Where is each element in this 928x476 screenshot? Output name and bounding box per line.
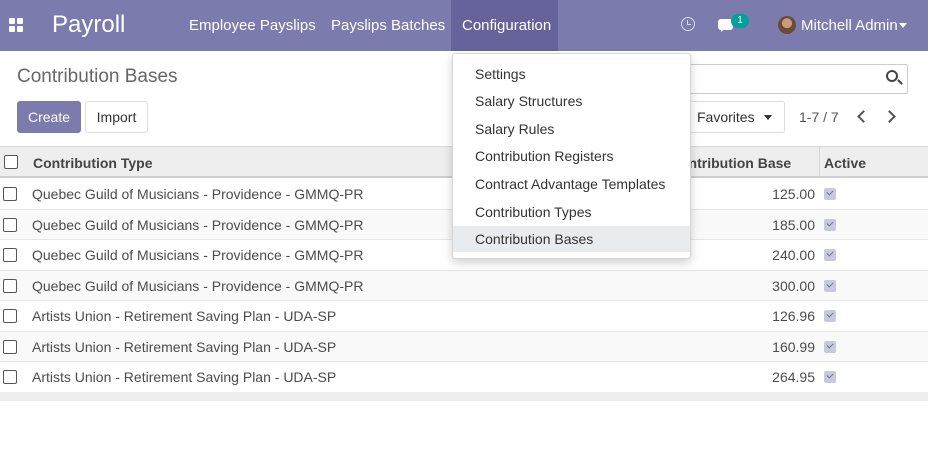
top-navbar: Payroll Employee Payslips Payslips Batch… [0, 0, 928, 51]
menu-item-contribution-bases[interactable]: Contribution Bases [453, 226, 690, 252]
menu-item-settings[interactable]: Settings [453, 61, 690, 87]
active-checkbox [824, 188, 836, 200]
favorites-caret-icon[interactable] [764, 115, 772, 120]
row-checkbox[interactable] [3, 187, 17, 201]
row-checkbox[interactable] [3, 309, 17, 323]
select-all-checkbox[interactable] [4, 155, 18, 169]
user-menu[interactable]: Mitchell Admin [801, 17, 898, 34]
avatar[interactable] [778, 16, 796, 34]
cell-contribution-base: 264.95 [772, 369, 815, 385]
table-row[interactable]: Artists Union - Retirement Saving Plan -… [0, 301, 928, 332]
menu-payslips-batches[interactable]: Payslips Batches [331, 17, 445, 34]
cell-contribution-base: 185.00 [772, 216, 815, 233]
cell-contribution-type: Artists Union - Retirement Saving Plan -… [32, 369, 337, 385]
active-checkbox [824, 340, 836, 353]
cell-contribution-base: 240.00 [772, 247, 815, 263]
menu-item-contribution-types[interactable]: Contribution Types [453, 199, 690, 225]
cell-contribution-type: Artists Union - Retirement Saving Plan -… [32, 308, 337, 324]
row-checkbox[interactable] [3, 339, 17, 354]
pager-value[interactable]: 1-7 / 7 [799, 109, 839, 125]
menu-employee-payslips[interactable]: Employee Payslips [189, 17, 316, 34]
cell-contribution-type: Quebec Guild of Musicians - Providence -… [32, 216, 364, 233]
active-checkbox [824, 310, 836, 322]
apps-grid-icon[interactable] [9, 18, 23, 32]
cell-contribution-base: 126.96 [772, 308, 815, 324]
row-checkbox[interactable] [3, 278, 17, 293]
active-checkbox [824, 371, 836, 383]
table-row[interactable]: Artists Union - Retirement Saving Plan -… [0, 331, 928, 362]
cell-contribution-base: 300.00 [772, 277, 815, 294]
row-checkbox[interactable] [3, 217, 17, 232]
header-contribution-type[interactable]: Contribution Type [33, 155, 153, 171]
configuration-dropdown-menu: Settings Salary Structures Salary Rules … [452, 53, 691, 259]
messages-count-badge: 1 [731, 14, 749, 28]
table-footer [0, 392, 928, 401]
active-checkbox [824, 218, 836, 231]
cell-contribution-base: 125.00 [772, 186, 815, 202]
app-name[interactable]: Payroll [52, 11, 125, 39]
page-title: Contribution Bases [17, 66, 178, 87]
menu-item-salary-rules[interactable]: Salary Rules [453, 116, 690, 142]
create-button[interactable]: Create [17, 101, 81, 133]
cell-contribution-type: Artists Union - Retirement Saving Plan -… [32, 338, 337, 355]
cell-contribution-type: Quebec Guild of Musicians - Providence -… [32, 186, 364, 202]
pager-next-icon[interactable] [883, 110, 896, 123]
activity-clock-icon[interactable] [681, 17, 695, 31]
header-active[interactable]: Active [824, 155, 866, 171]
pager-previous-icon[interactable] [857, 110, 870, 123]
menu-item-salary-structures[interactable]: Salary Structures [453, 88, 690, 114]
menu-configuration[interactable]: Configuration [462, 17, 551, 34]
table-row[interactable]: Artists Union - Retirement Saving Plan -… [0, 362, 928, 393]
active-checkbox [824, 279, 836, 292]
cell-contribution-type: Quebec Guild of Musicians - Providence -… [32, 277, 364, 294]
menu-item-contribution-registers[interactable]: Contribution Registers [453, 143, 690, 169]
row-checkbox[interactable] [3, 370, 17, 384]
table-row[interactable]: Quebec Guild of Musicians - Providence -… [0, 270, 928, 301]
row-checkbox[interactable] [3, 248, 17, 262]
cell-contribution-type: Quebec Guild of Musicians - Providence -… [32, 247, 364, 263]
active-checkbox [824, 249, 836, 261]
cell-contribution-base: 160.99 [772, 338, 815, 355]
favorites-label[interactable]: Favorites [697, 109, 755, 125]
import-button[interactable]: Import [85, 101, 148, 133]
search-input[interactable] [680, 64, 908, 94]
column-divider [819, 147, 820, 177]
menu-item-contract-advantage-templates[interactable]: Contract Advantage Templates [453, 171, 690, 197]
header-contribution-base[interactable]: ontribution Base [680, 155, 791, 171]
chevron-down-icon[interactable] [899, 23, 907, 28]
search-icon[interactable] [886, 70, 898, 82]
